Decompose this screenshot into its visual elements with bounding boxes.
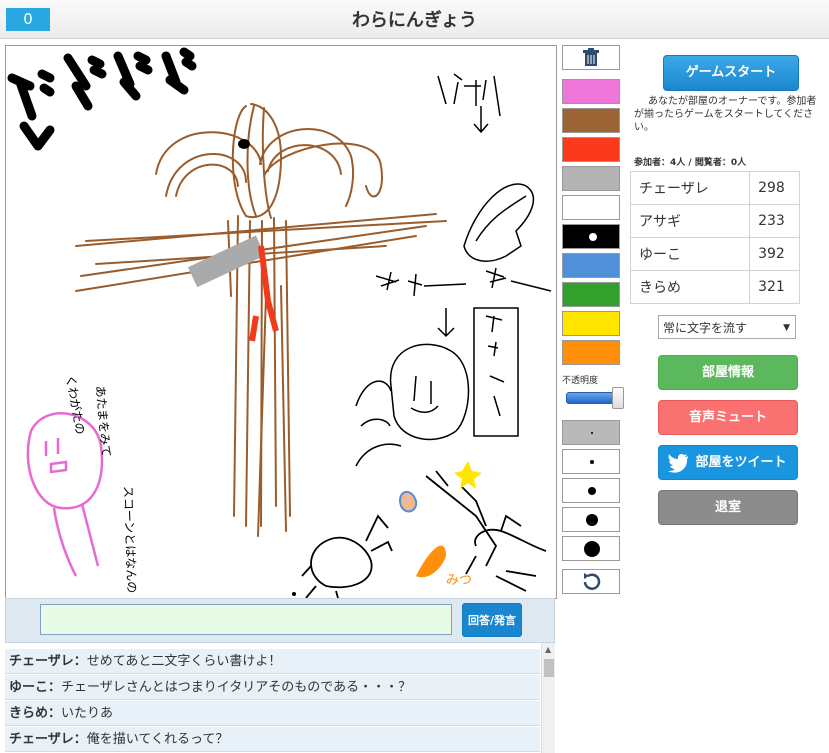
- color-green[interactable]: [562, 282, 620, 307]
- stroke-d3: [113, 51, 153, 101]
- chat-input-bar: 回答/発言: [5, 598, 555, 643]
- chat-message: ゆーこ：チェーザレさんとはつまりイタリアそのものである・・・？: [5, 675, 540, 700]
- color-red[interactable]: [562, 137, 620, 162]
- stroke-boot: [463, 183, 535, 262]
- stroke-mitsu: みつ: [446, 573, 472, 588]
- player-name: きらめ: [629, 270, 751, 304]
- chat-user: ゆーこ: [9, 680, 49, 695]
- stroke-italy-arrow: [473, 106, 489, 134]
- player-score: 321: [749, 270, 800, 304]
- stroke-vtext-3: スコーンとはなんの: [121, 486, 139, 594]
- chat-user: チェーザレ: [9, 732, 74, 747]
- drawing-canvas[interactable]: くわがたの あたまをみて スコーンとはなんの みつ: [5, 45, 557, 599]
- chat-text: 俺を描いてくれるって？: [86, 732, 229, 747]
- opacity-label: 不透明度: [562, 376, 599, 386]
- text-mode-value: 常に文字を流す: [663, 321, 748, 335]
- stroke-beetle-1: [310, 536, 373, 589]
- game-start-button[interactable]: ゲームスタート: [663, 55, 799, 91]
- brush-size-3[interactable]: [562, 478, 620, 503]
- mute-button[interactable]: 音声ミュート: [658, 400, 798, 435]
- player-score: 233: [749, 204, 800, 238]
- stroke-italy-text: [437, 73, 501, 117]
- opacity-slider[interactable]: [566, 387, 624, 409]
- stroke-d4: [161, 47, 197, 95]
- selected-color-indicator: [589, 233, 597, 241]
- chat-message: チェーザレ：俺を描いてくれるって？: [5, 727, 540, 752]
- clear-canvas-button[interactable]: [562, 45, 620, 70]
- chevron-down-icon: ▼: [783, 323, 790, 333]
- player-score: 298: [749, 171, 800, 205]
- stroke-d1: [7, 69, 55, 121]
- table-row: アサギ 233: [629, 204, 800, 238]
- stroke-star: [454, 461, 482, 489]
- owner-note: あなたが部屋のオーナーです。参加者が揃ったらゲームをスタートしてください。: [634, 96, 817, 133]
- top-bar: 0 わらにんぎょう: [0, 0, 829, 39]
- participant-counts: 参加者：4人 / 閲覧者：0人: [634, 158, 747, 168]
- color-gray[interactable]: [562, 166, 620, 191]
- answer-send-button[interactable]: 回答/発言: [462, 603, 522, 637]
- player-name: チェーザレ: [629, 171, 751, 205]
- undo-button[interactable]: [562, 569, 620, 594]
- undo-icon: [583, 573, 601, 590]
- table-row: ゆーこ 392: [629, 237, 800, 271]
- chat-text: チェーザレさんとはつまりイタリアそのものである・・・？: [61, 680, 412, 695]
- stroke-cesare-1: [375, 271, 467, 297]
- color-blue[interactable]: [562, 253, 620, 278]
- player-score: 392: [749, 237, 800, 271]
- color-yellow[interactable]: [562, 311, 620, 336]
- tweet-room-button[interactable]: 部屋をツイート: [658, 445, 798, 480]
- stroke-d1b: [19, 121, 55, 151]
- chat-log[interactable]: チェーザレ：せめてあと二文字くらい書けよ！ ゆーこ：チェーザレさんとはつまりイタ…: [5, 643, 555, 753]
- chat-user: チェーザレ: [9, 654, 74, 669]
- game-title: わらにんぎょう: [351, 10, 478, 31]
- opacity-slider-track: [566, 392, 616, 404]
- player-score-table: チェーザレ 298 アサギ 233 ゆーこ 392 きらめ 321: [629, 171, 800, 304]
- brush-size-1[interactable]: [562, 420, 620, 445]
- chat-text: せめてあと二文字くらい書けよ！: [86, 654, 282, 669]
- opacity-slider-thumb[interactable]: [612, 387, 624, 409]
- stroke-cesare-2: [485, 267, 552, 292]
- stroke-horn-left: [155, 131, 262, 175]
- color-pink[interactable]: [562, 79, 620, 104]
- scroll-up-icon[interactable]: ▲: [545, 645, 551, 654]
- stroke-d2: [63, 53, 107, 111]
- chat-scrollbar[interactable]: ▲: [541, 643, 555, 753]
- scroll-thumb[interactable]: [544, 659, 554, 677]
- text-mode-select[interactable]: 常に文字を流す ▼: [658, 315, 796, 339]
- table-row: チェーザレ 298: [629, 171, 800, 205]
- player-name: ゆーこ: [629, 237, 751, 271]
- twitter-bird-icon: [668, 454, 688, 473]
- chat-text: いたりあ: [61, 706, 114, 721]
- room-info-button[interactable]: 部屋情報: [658, 355, 798, 390]
- stroke-orange-bit: [399, 491, 418, 513]
- stroke-head: [231, 103, 283, 219]
- drawing-strokes: くわがたの あたまをみて スコーンとはなんの みつ: [7, 47, 552, 598]
- brush-size-5[interactable]: [562, 536, 620, 561]
- stroke-cesare-box: [473, 307, 519, 437]
- color-black[interactable]: [562, 224, 620, 249]
- stroke-face: [389, 343, 470, 441]
- stroke-cesare-arrow: [437, 308, 455, 338]
- exit-room-button[interactable]: 退室: [658, 490, 798, 525]
- trash-icon: [583, 48, 599, 66]
- chat-message: チェーザレ：せめてあと二文字くらい書けよ！: [5, 649, 540, 674]
- table-row: きらめ 321: [629, 270, 800, 304]
- chat-user: きらめ: [9, 706, 49, 721]
- color-white[interactable]: [562, 195, 620, 220]
- chat-message: きらめ：いたりあ: [5, 701, 540, 726]
- stroke-vtext-1: くわがたの: [63, 374, 88, 436]
- answer-input[interactable]: [40, 604, 452, 635]
- stroke-orange-blob: [416, 545, 446, 578]
- color-brown[interactable]: [562, 108, 620, 133]
- brush-size-2[interactable]: [562, 449, 620, 474]
- player-name: アサギ: [629, 204, 751, 238]
- stroke-pink-head: [26, 412, 104, 510]
- stroke-eye: [238, 139, 250, 149]
- stroke-vtext-2: あたまをみて: [93, 385, 113, 458]
- brush-size-4[interactable]: [562, 507, 620, 532]
- color-orange[interactable]: [562, 340, 620, 365]
